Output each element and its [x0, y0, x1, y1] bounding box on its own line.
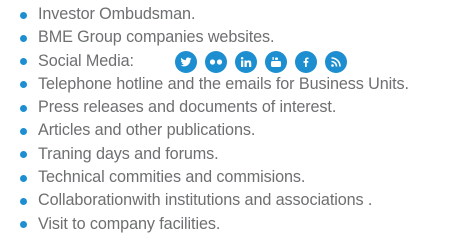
list-item-social-media: Social Media:: [0, 50, 409, 73]
bullet-icon: [20, 197, 27, 205]
rss-icon[interactable]: [325, 50, 347, 73]
bullet-icon: [20, 174, 27, 182]
list-item-label: BME Group companies websites.: [38, 28, 275, 47]
list-item-collaboration: Collaborationwith institutions and assoc…: [0, 189, 409, 212]
bullet-icon: [20, 151, 27, 159]
list-item-label: Press releases and documents of interest…: [38, 98, 337, 117]
bullet-icon: [20, 104, 27, 112]
list-item-telephone-hotline: Telephone hotline and the emails for Bus…: [0, 73, 409, 96]
list-item-label: Telephone hotline and the emails for Bus…: [38, 74, 409, 93]
list-item-label: Articles and other publications.: [38, 121, 256, 140]
list-item-label: Investor Ombudsman.: [38, 5, 196, 23]
bullet-icon: [20, 81, 27, 89]
list-item-company-visits: Visit to company facilities.: [0, 213, 409, 236]
youtube-icon[interactable]: [265, 50, 287, 73]
flickr-icon[interactable]: [205, 50, 227, 73]
social-media-icons: [175, 50, 355, 73]
bullet-icon: [20, 11, 27, 19]
list-item-group-websites: BME Group companies websites.: [0, 26, 409, 49]
list-item-label: Collaborationwith institutions and assoc…: [38, 191, 373, 210]
list-item-label: Traning days and forums.: [38, 144, 219, 163]
services-list: Investor Ombudsman. BME Group companies …: [0, 3, 409, 236]
bullet-icon: [20, 34, 27, 42]
bullet-icon: [20, 127, 27, 135]
list-item-training-days: Traning days and forums.: [0, 143, 409, 166]
list-item-articles: Articles and other publications.: [0, 119, 409, 142]
list-item-press-releases: Press releases and documents of interest…: [0, 96, 409, 119]
list-item-investor-ombudsman: Investor Ombudsman.: [0, 3, 409, 26]
list-item-label: Technical commities and commisions.: [38, 168, 306, 187]
facebook-icon[interactable]: [295, 50, 317, 73]
list-item-label: Visit to company facilities.: [38, 214, 221, 233]
bullet-icon: [20, 221, 27, 229]
linkedin-icon[interactable]: [235, 50, 257, 73]
list-item-label: Social Media:: [38, 51, 134, 70]
bullet-icon: [20, 58, 27, 66]
list-item-technical-committees: Technical commities and commisions.: [0, 166, 409, 189]
twitter-icon[interactable]: [175, 50, 197, 73]
